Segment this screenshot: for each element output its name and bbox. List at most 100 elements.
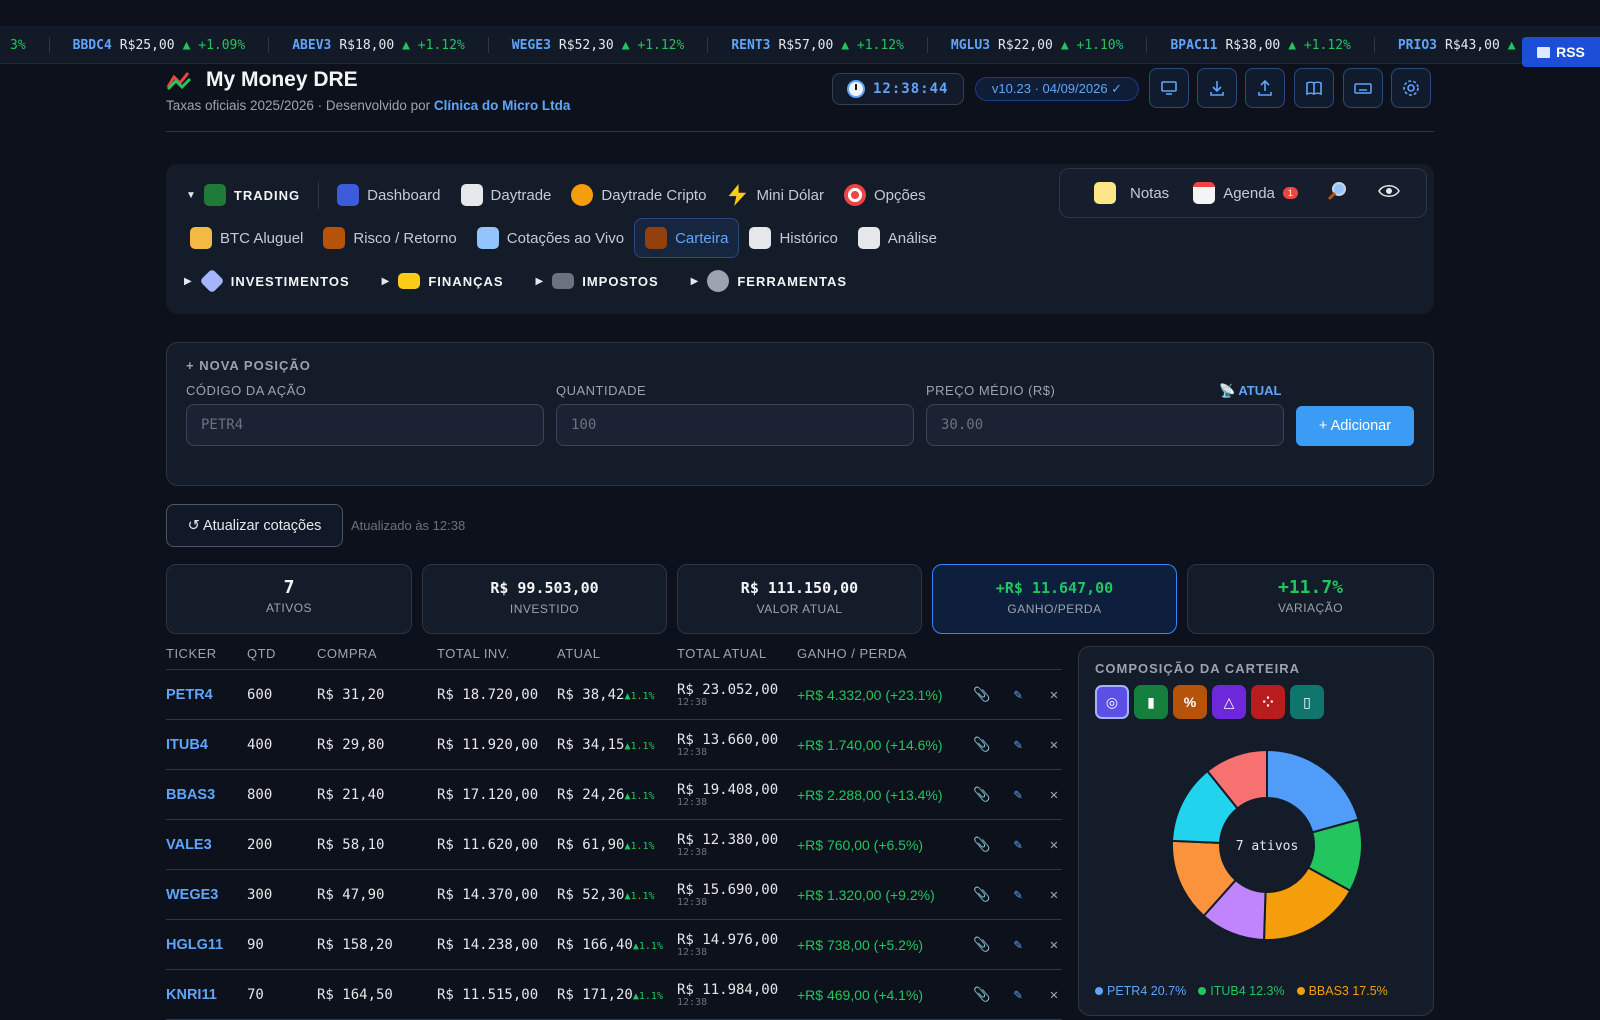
donut-slice-petr4[interactable] bbox=[1266, 748, 1360, 834]
edit-icon[interactable]: ✎ bbox=[1010, 737, 1026, 753]
legend-dot bbox=[1095, 987, 1103, 995]
nav-btc-aluguel[interactable]: BTC Aluguel bbox=[180, 218, 313, 258]
eye-icon[interactable] bbox=[1378, 183, 1400, 203]
group-impostos[interactable]: ▶ IMPOSTOS bbox=[536, 273, 659, 289]
row-ticker[interactable]: PETR4 bbox=[166, 687, 213, 703]
edit-icon[interactable]: ✎ bbox=[1010, 787, 1026, 803]
nav-cotacoes[interactable]: Cotações ao Vivo bbox=[467, 218, 634, 258]
row-gain: +R$ 469,00 (+4.1%) bbox=[797, 986, 924, 1003]
keyboard-button[interactable] bbox=[1343, 68, 1383, 108]
edit-icon[interactable]: ✎ bbox=[1010, 687, 1026, 703]
group-ferramentas[interactable]: ▶ FERRAMENTAS bbox=[691, 270, 847, 292]
upload-button[interactable] bbox=[1245, 68, 1285, 108]
nav-label: Mini Dólar bbox=[756, 186, 824, 204]
download-button[interactable] bbox=[1197, 68, 1237, 108]
close-icon[interactable]: ✕ bbox=[1046, 837, 1062, 853]
nav-label: Carteira bbox=[675, 229, 729, 247]
add-button[interactable]: + Adicionar bbox=[1296, 406, 1414, 446]
bar-chart-toggle[interactable]: ▮ bbox=[1134, 685, 1168, 719]
nav-opcoes[interactable]: Opções bbox=[834, 175, 936, 215]
header: My Money DRE Taxas oficiais 2025/2026 · … bbox=[166, 64, 1434, 132]
settings-button[interactable] bbox=[1391, 68, 1431, 108]
qty-input[interactable]: 100 bbox=[556, 404, 914, 446]
ticker-item: 3% bbox=[0, 37, 50, 53]
stat-label: ATIVOS bbox=[265, 601, 313, 615]
monitor-button[interactable] bbox=[1149, 68, 1189, 108]
close-icon[interactable]: ✕ bbox=[1046, 787, 1062, 803]
row-total-atual: R$ 15.690,00 12:38 bbox=[677, 882, 797, 908]
ticker-price: R$38,00 bbox=[1225, 37, 1281, 53]
paperclip-icon[interactable]: 📎 bbox=[973, 787, 990, 803]
row-ticker[interactable]: KNRI11 bbox=[166, 987, 217, 1003]
row-total-atual: R$ 19.408,00 12:38 bbox=[677, 782, 797, 808]
nav-carteira[interactable]: Carteira bbox=[634, 218, 740, 258]
row-qtd: 400 bbox=[247, 736, 273, 753]
close-icon[interactable]: ✕ bbox=[1046, 937, 1062, 953]
agenda-badge: 1 bbox=[1282, 187, 1298, 199]
paperclip-icon[interactable]: 📎 bbox=[973, 837, 990, 853]
compare-toggle[interactable]: ▯ bbox=[1290, 685, 1324, 719]
col-ganho-perda: GANHO / PERDA bbox=[797, 646, 907, 661]
edit-icon[interactable]: ✎ bbox=[1010, 887, 1026, 903]
close-icon[interactable]: ✕ bbox=[1046, 687, 1062, 703]
percent-toggle[interactable]: % bbox=[1173, 685, 1207, 719]
edit-icon[interactable]: ✎ bbox=[1010, 837, 1026, 853]
row-time: 12:38 bbox=[677, 796, 708, 808]
nav-historico[interactable]: Histórico bbox=[739, 218, 847, 258]
manual-button[interactable] bbox=[1294, 68, 1334, 108]
memo-icon bbox=[1094, 182, 1116, 204]
rss-button[interactable]: RSS bbox=[1522, 37, 1600, 67]
row-ticker[interactable]: HGLG11 bbox=[166, 937, 223, 953]
nav-analise[interactable]: Análise bbox=[848, 218, 947, 258]
atual-link[interactable]: 📡 ATUAL bbox=[1219, 383, 1281, 399]
nav-risco-retorno[interactable]: Risco / Retorno bbox=[313, 218, 466, 258]
close-icon[interactable]: ✕ bbox=[1046, 737, 1062, 753]
scales-icon bbox=[323, 227, 346, 249]
refresh-quotes-button[interactable]: ↺ Atualizar cotações bbox=[166, 504, 343, 547]
nav-daytrade-cripto[interactable]: Daytrade Cripto bbox=[561, 175, 716, 215]
row-ticker[interactable]: VALE3 bbox=[166, 837, 212, 853]
group-financas[interactable]: ▶ FINANÇAS bbox=[382, 273, 504, 289]
agenda-button[interactable]: Agenda bbox=[1223, 185, 1275, 202]
edit-icon[interactable]: ✎ bbox=[1010, 937, 1026, 953]
group-trading[interactable]: ▼ TRADING bbox=[176, 175, 310, 215]
paperclip-icon[interactable]: 📎 bbox=[973, 937, 990, 953]
stat-label: VARIAÇÃO bbox=[1277, 601, 1344, 615]
qty-label: QUANTIDADE bbox=[556, 383, 647, 398]
nav-daytrade[interactable]: Daytrade bbox=[451, 175, 562, 215]
bar-chart-icon: ▮ bbox=[1147, 693, 1155, 710]
paperclip-icon[interactable]: 📎 bbox=[973, 737, 990, 753]
row-ticker[interactable]: BBAS3 bbox=[166, 787, 215, 803]
close-icon[interactable]: ✕ bbox=[1046, 987, 1062, 1003]
row-atual: R$ 166,40▲1.1% bbox=[557, 937, 677, 953]
notes-button[interactable]: Notas bbox=[1130, 185, 1169, 202]
caret-right-icon: ▶ bbox=[381, 275, 391, 287]
close-icon[interactable]: ✕ bbox=[1046, 887, 1062, 903]
developer-link[interactable]: Clínica do Micro Ltda bbox=[434, 98, 571, 113]
portfolio-table: TICKER QTD COMPRA TOTAL INV. ATUAL TOTAL… bbox=[166, 646, 1062, 1020]
paperclip-icon[interactable]: 📎 bbox=[973, 887, 990, 903]
new-position-form: + NOVA POSIÇÃO CÓDIGO DA AÇÃO PETR4 QUAN… bbox=[166, 342, 1434, 486]
triangle-toggle[interactable]: △ bbox=[1212, 685, 1246, 719]
price-label: PREÇO MÉDIO (R$) bbox=[926, 383, 1056, 398]
row-atual: R$ 24,26▲1.1% bbox=[557, 787, 677, 803]
row-atual-price: R$ 166,40 bbox=[557, 936, 633, 953]
scatter-toggle[interactable]: ⁘ bbox=[1251, 685, 1285, 719]
code-input[interactable]: PETR4 bbox=[186, 404, 544, 446]
donut-chart-toggle[interactable]: ◎ bbox=[1095, 685, 1129, 719]
group-label: INVESTIMENTOS bbox=[230, 273, 350, 289]
nav-dashboard[interactable]: Dashboard bbox=[327, 175, 450, 215]
edit-icon[interactable]: ✎ bbox=[1010, 987, 1026, 1003]
group-investimentos[interactable]: ▶ INVESTIMENTOS bbox=[184, 268, 350, 294]
row-ticker[interactable]: ITUB4 bbox=[166, 737, 208, 753]
legend-item: BBAS3 17.5% bbox=[1296, 984, 1388, 998]
row-ticker[interactable]: WEGE3 bbox=[166, 887, 218, 903]
nav-mini-dolar[interactable]: Mini Dólar bbox=[716, 175, 834, 215]
paperclip-icon[interactable]: 📎 bbox=[973, 987, 990, 1003]
table-row: PETR4 600 R$ 31,20 R$ 18.720,00 R$ 38,42… bbox=[166, 670, 1062, 720]
paperclip-icon[interactable]: 📎 bbox=[973, 687, 990, 703]
search-icon[interactable] bbox=[1326, 180, 1348, 206]
scatter-icon: ⁘ bbox=[1262, 693, 1274, 710]
price-input[interactable]: 30.00 bbox=[926, 404, 1284, 446]
legend-label: PETR4 20.7% bbox=[1107, 984, 1187, 998]
